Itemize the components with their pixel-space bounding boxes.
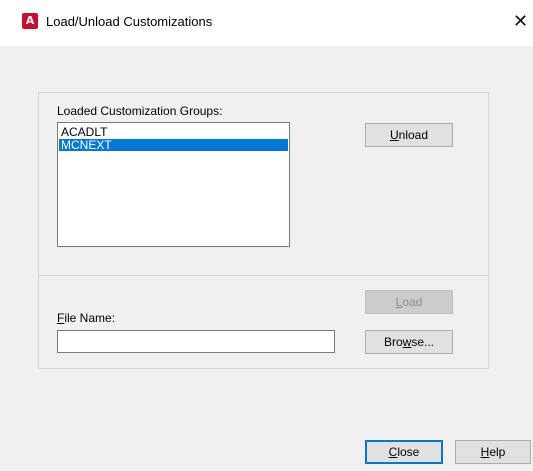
file-name-label-rest: ile Name: <box>64 311 116 325</box>
unload-label-post: nload <box>398 127 429 142</box>
help-button[interactable]: Help <box>455 440 531 464</box>
title-bar: A Load/Unload Customizations ✕ <box>0 0 533 46</box>
file-name-input[interactable] <box>57 330 335 353</box>
list-item-acadlt[interactable]: ACADLT <box>59 126 288 138</box>
load-button[interactable]: Load <box>365 290 453 314</box>
loaded-groups-label: Loaded Customization Groups: <box>57 104 223 118</box>
close-window-icon[interactable]: ✕ <box>508 8 533 38</box>
help-label-post: elp <box>489 444 506 459</box>
close-label-post: lose <box>397 444 420 459</box>
app-icon-letter: A <box>25 14 35 27</box>
close-button[interactable]: Close <box>365 440 443 464</box>
file-name-label: File Name: <box>57 311 115 325</box>
customization-groups-list[interactable]: ACADLT MCNEXT <box>57 122 290 247</box>
unload-accelerator: U <box>389 127 399 142</box>
autocad-app-icon: A <box>22 13 38 29</box>
list-item-mcnext[interactable]: MCNEXT <box>59 139 288 151</box>
window-title: Load/Unload Customizations <box>46 14 213 29</box>
load-label-post: oad <box>402 294 423 309</box>
unload-button[interactable]: Unload <box>365 123 453 147</box>
browse-button[interactable]: Browse... <box>365 330 453 354</box>
browse-label-post: se... <box>411 334 435 349</box>
browse-label-pre: Bro <box>383 334 403 349</box>
group-divider <box>39 275 488 276</box>
